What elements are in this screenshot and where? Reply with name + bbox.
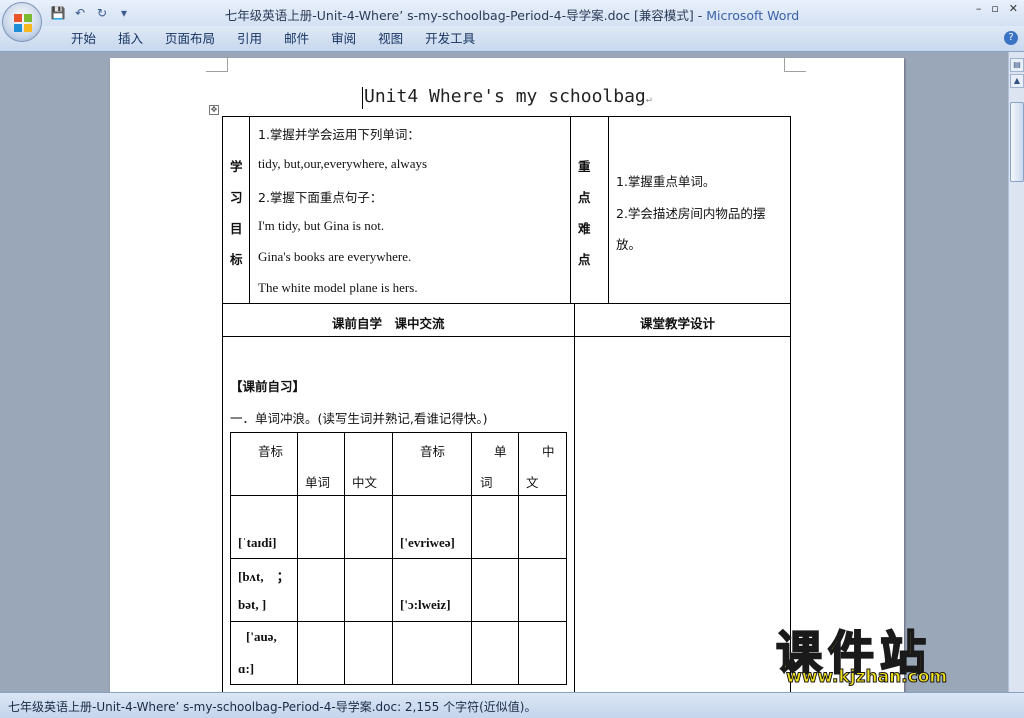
- section-right-title: 课堂教学设计: [640, 316, 716, 331]
- goals-label-2: 习: [230, 190, 243, 205]
- status-bar: 七年级英语上册-Unit-4-Where’ s-my-schoolbag-Per…: [0, 692, 1024, 718]
- vocab-cell[interactable]: [344, 495, 393, 559]
- watermark-url: www.kjzhan.com: [785, 667, 948, 688]
- status-text: 七年级英语上册-Unit-4-Where’ s-my-schoolbag-Per…: [8, 700, 537, 714]
- vocab-cell[interactable]: [518, 495, 567, 559]
- document-area[interactable]: Unit4 Where's my schoolbag↵ ✥ 学 习 目 标 1.…: [0, 52, 1008, 692]
- keypoint-line-3: 放。: [616, 237, 642, 252]
- vocab-phonetic: ['evriweə]: [400, 535, 455, 550]
- minimize-button[interactable]: –: [976, 2, 982, 15]
- tab-mailings[interactable]: 邮件: [273, 31, 320, 47]
- vertical-scrollbar[interactable]: ▤ ▲: [1008, 52, 1024, 692]
- keypoints-label-2: 点: [578, 190, 591, 205]
- app-name: Microsoft Word: [706, 8, 800, 23]
- vocab-header-phonetic-2: 音标: [420, 444, 446, 459]
- goal-line-5: Gina's books are everywhere.: [258, 249, 412, 264]
- section-left-title: 课前自学 课中交流: [332, 316, 445, 331]
- title-bar: 💾 ↶ ↻ ▾ 七年级英语上册-Unit-4-Where’ s-my-schoo…: [0, 0, 1024, 26]
- goals-label-cell: [222, 116, 250, 304]
- document-title: 七年级英语上册-Unit-4-Where’ s-my-schoolbag-Per…: [224, 8, 707, 23]
- window-title: 七年级英语上册-Unit-4-Where’ s-my-schoolbag-Per…: [0, 5, 1024, 24]
- tab-references[interactable]: 引用: [226, 31, 273, 47]
- exercise-instruction: 一．单词冲浪。(读写生词并熟记,看谁记得快。): [230, 411, 488, 426]
- section-right-body-cell: [574, 336, 791, 692]
- keypoint-line-1: 1.掌握重点单词。: [616, 174, 716, 189]
- vocab-header-word-2a: 单: [494, 444, 507, 459]
- text-cursor: [362, 87, 363, 109]
- close-button[interactable]: ✕: [1009, 2, 1018, 15]
- goals-label-1: 学: [230, 159, 243, 174]
- restore-button[interactable]: ▫: [991, 2, 998, 15]
- vocab-phonetic: [bʌt, ；: [238, 569, 290, 584]
- vocab-cell[interactable]: [471, 495, 519, 559]
- preview-heading: 【课前自习】: [230, 379, 306, 394]
- margin-corner-right: [784, 56, 806, 72]
- ribbon: 开始 插入 页面布局 引用 邮件 审阅 视图 开发工具 ?: [0, 26, 1024, 52]
- goal-line-6: The white model plane is hers.: [258, 280, 418, 295]
- vocab-cell[interactable]: [518, 621, 567, 685]
- tab-review[interactable]: 审阅: [320, 31, 367, 47]
- scroll-up-button[interactable]: ▲: [1010, 74, 1024, 88]
- keypoints-label-3: 难: [578, 221, 591, 236]
- window-controls: – ▫ ✕: [976, 2, 1018, 15]
- keypoint-line-2: 2.学会描述房间内物品的摆: [616, 206, 766, 221]
- vocab-phonetic: bət, ]: [238, 597, 267, 612]
- margin-corner-left: [206, 56, 228, 72]
- goals-content-cell: [249, 116, 571, 304]
- office-logo-icon: [14, 14, 32, 32]
- tab-page-layout[interactable]: 页面布局: [154, 31, 226, 47]
- vocab-cell[interactable]: [392, 621, 472, 685]
- vocab-header-word-2b: 词: [480, 475, 493, 490]
- office-button[interactable]: [2, 2, 42, 42]
- vocab-phonetic: [ˈtaɪdi]: [238, 535, 277, 550]
- tab-home[interactable]: 开始: [60, 31, 107, 47]
- vocab-phonetic: ['auə,: [246, 629, 277, 644]
- table-move-handle-icon[interactable]: ✥: [209, 105, 219, 115]
- ribbon-tabs: 开始 插入 页面布局 引用 邮件 审阅 视图 开发工具: [60, 31, 486, 47]
- help-icon[interactable]: ?: [1004, 31, 1018, 45]
- goal-line-4: I'm tidy, but Gina is not.: [258, 218, 385, 233]
- vocab-header-word-1: 单词: [305, 475, 331, 490]
- goals-label-4: 标: [230, 252, 243, 267]
- keypoints-label-1: 重: [578, 159, 591, 174]
- goal-line-3: 2.掌握下面重点句子：: [258, 190, 383, 205]
- vocab-cell[interactable]: [518, 558, 567, 622]
- vocab-cell[interactable]: [297, 558, 345, 622]
- keypoints-label-4: 点: [578, 252, 591, 267]
- vocab-cell[interactable]: [344, 621, 393, 685]
- document-heading: Unit4 Where's my schoolbag↵: [364, 86, 652, 107]
- scroll-thumb[interactable]: [1010, 102, 1024, 182]
- vocab-phonetic: ['ɔ:lweiz]: [400, 597, 451, 612]
- goal-line-2: tidy, but,our,everywhere, always: [258, 156, 428, 171]
- ruler-toggle-icon[interactable]: ▤: [1010, 58, 1024, 72]
- vocab-phonetic: ɑ:]: [238, 661, 255, 676]
- vocab-cell[interactable]: [344, 558, 393, 622]
- tab-view[interactable]: 视图: [367, 31, 414, 47]
- keypoints-label-cell: [570, 116, 609, 304]
- goal-line-1: 1.掌握并学会运用下列单词：: [258, 127, 420, 142]
- document-page[interactable]: Unit4 Where's my schoolbag↵ ✥ 学 习 目 标 1.…: [110, 56, 904, 692]
- vocab-cell[interactable]: [471, 621, 519, 685]
- vocab-cell[interactable]: [471, 558, 519, 622]
- goals-label-3: 目: [230, 221, 243, 236]
- vocab-header-chinese-2b: 文: [526, 475, 539, 490]
- vocab-header-chinese-1: 中文: [352, 475, 378, 490]
- vocab-cell[interactable]: [297, 621, 345, 685]
- watermark-logo: 课件站 www.kjzhan.com: [775, 617, 1006, 692]
- tab-insert[interactable]: 插入: [107, 31, 154, 47]
- vocab-header-chinese-2a: 中: [542, 444, 555, 459]
- tab-developer[interactable]: 开发工具: [414, 31, 486, 47]
- vocab-cell[interactable]: [297, 495, 345, 559]
- vocab-header-phonetic-1: 音标: [258, 444, 284, 459]
